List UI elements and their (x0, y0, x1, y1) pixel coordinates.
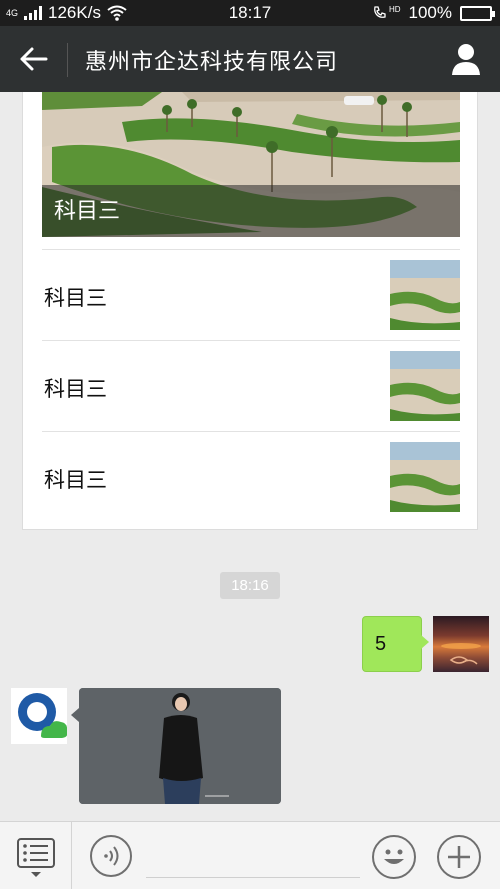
nav-divider (67, 43, 68, 77)
article-item-title: 科目三 (44, 378, 107, 401)
article-item-thumbnail (390, 351, 460, 421)
list-menu-icon (17, 838, 55, 877)
menu-toggle-button[interactable] (0, 822, 72, 889)
user-profile-icon[interactable] (450, 42, 482, 76)
input-bar (0, 821, 500, 889)
status-bar: 4G 126K/s 18:17 HD 100% (0, 0, 500, 26)
article-card: 科目三 科目三 科目三 科目三 (22, 92, 478, 530)
call-hd-badge: HD (388, 5, 401, 14)
article-list-item[interactable]: 科目三 (42, 431, 460, 522)
voice-icon (104, 846, 119, 866)
more-options-button[interactable] (437, 835, 481, 879)
plus-icon (448, 846, 470, 868)
emoji-button[interactable] (372, 835, 416, 879)
contact-avatar[interactable] (11, 688, 67, 744)
article-item-title: 科目三 (44, 287, 107, 310)
back-arrow-icon[interactable] (18, 44, 50, 74)
incoming-bubble-tail (71, 708, 79, 722)
battery-icon (460, 5, 495, 21)
article-item-thumbnail (390, 442, 460, 512)
call-hd-icon: HD (372, 5, 401, 21)
hero-caption: 科目三 (54, 198, 121, 223)
incoming-image-message[interactable] (79, 688, 281, 804)
nav-bar: 惠州市企达科技有限公司 (0, 26, 500, 92)
self-avatar[interactable] (433, 616, 489, 672)
article-list-item[interactable]: 科目三 (42, 340, 460, 431)
emoji-icon (384, 849, 404, 864)
article-hero[interactable]: 科目三 (42, 92, 460, 237)
article-list-item[interactable]: 科目三 (42, 249, 460, 340)
article-item-title: 科目三 (44, 469, 107, 492)
article-item-thumbnail (390, 260, 460, 330)
outgoing-message-bubble[interactable]: 5 (362, 616, 429, 672)
chat-title: 惠州市企达科技有限公司 (85, 49, 339, 74)
voice-button[interactable] (90, 835, 132, 877)
message-input[interactable] (146, 834, 360, 878)
chat-timestamp: 18:16 (220, 572, 280, 599)
battery-percent: 100% (408, 3, 452, 22)
